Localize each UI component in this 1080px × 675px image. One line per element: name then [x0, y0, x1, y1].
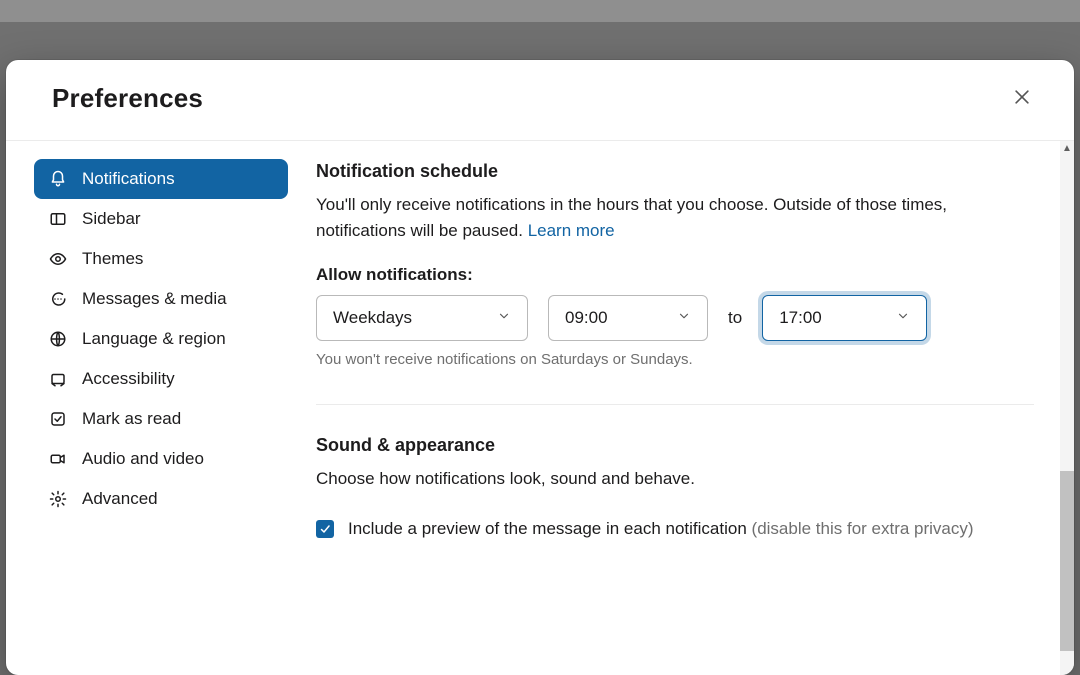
sidebar-item-label: Themes — [82, 249, 143, 269]
sidebar-item-label: Accessibility — [82, 369, 175, 389]
sound-description: Choose how notifications look, sound and… — [316, 466, 1034, 492]
modal-title: Preferences — [52, 83, 203, 114]
end-time-select[interactable]: 17:00 — [762, 295, 927, 341]
schedule-row: Weekdays 09:00 to — [316, 295, 1034, 341]
modal-header: Preferences — [6, 60, 1074, 141]
schedule-description-text: You'll only receive notifications in the… — [316, 195, 947, 240]
sidebar-item-messages-media[interactable]: Messages & media — [34, 279, 288, 319]
sidebar-item-label: Audio and video — [82, 449, 204, 469]
sidebar-item-label: Notifications — [82, 169, 175, 189]
sidebar-item-themes[interactable]: Themes — [34, 239, 288, 279]
scrollbar-up-arrow[interactable]: ▲ — [1060, 141, 1074, 155]
sidebar-item-sidebar[interactable]: Sidebar — [34, 199, 288, 239]
sidebar-item-label: Sidebar — [82, 209, 141, 229]
close-icon — [1012, 87, 1032, 110]
sidebar-item-label: Language & region — [82, 329, 226, 349]
divider — [316, 404, 1034, 405]
overlay: Preferences Notifications — [0, 0, 1080, 675]
bell-icon — [48, 169, 68, 189]
sidebar-item-label: Messages & media — [82, 289, 227, 309]
preview-checkbox-row: Include a preview of the message in each… — [316, 516, 1034, 542]
check-square-icon — [48, 409, 68, 429]
sidebar: Notifications Sidebar Themes — [6, 141, 306, 675]
schedule-description: You'll only receive notifications in the… — [316, 192, 1034, 245]
modal-body: Notifications Sidebar Themes — [6, 141, 1074, 675]
eye-icon — [48, 249, 68, 269]
accessibility-icon — [48, 369, 68, 389]
sidebar-item-mark-as-read[interactable]: Mark as read — [34, 399, 288, 439]
sidebar-item-label: Mark as read — [82, 409, 181, 429]
sidebar-item-advanced[interactable]: Advanced — [34, 479, 288, 519]
gear-icon — [48, 489, 68, 509]
scrollbar-track[interactable]: ▲ — [1060, 141, 1074, 675]
chevron-down-icon — [896, 308, 910, 328]
schedule-title: Notification schedule — [316, 161, 1034, 182]
preview-label-hint: (disable this for extra privacy) — [752, 519, 974, 538]
start-time-value: 09:00 — [565, 308, 608, 328]
allow-notifications-label: Allow notifications: — [316, 265, 1034, 285]
preview-label-text: Include a preview of the message in each… — [348, 519, 752, 538]
preview-checkbox[interactable] — [316, 520, 334, 538]
sidebar-item-audio-video[interactable]: Audio and video — [34, 439, 288, 479]
scrollbar-thumb[interactable] — [1060, 471, 1074, 651]
sidebar-item-notifications[interactable]: Notifications — [34, 159, 288, 199]
chevron-down-icon — [497, 308, 511, 328]
to-label: to — [728, 308, 742, 328]
sidebar-item-accessibility[interactable]: Accessibility — [34, 359, 288, 399]
camera-icon — [48, 449, 68, 469]
sound-title: Sound & appearance — [316, 435, 1034, 456]
content-scroll[interactable]: Notification schedule You'll only receiv… — [306, 141, 1074, 675]
days-select-value: Weekdays — [333, 308, 412, 328]
days-select[interactable]: Weekdays — [316, 295, 528, 341]
panel-icon — [48, 209, 68, 229]
globe-icon — [48, 329, 68, 349]
chevron-down-icon — [677, 308, 691, 328]
sidebar-item-label: Advanced — [82, 489, 158, 509]
learn-more-link[interactable]: Learn more — [528, 221, 615, 240]
sidebar-item-language-region[interactable]: Language & region — [34, 319, 288, 359]
end-time-value: 17:00 — [779, 308, 822, 328]
start-time-select[interactable]: 09:00 — [548, 295, 708, 341]
chat-icon — [48, 289, 68, 309]
content-wrap: Notification schedule You'll only receiv… — [306, 141, 1074, 675]
preferences-modal: Preferences Notifications — [6, 60, 1074, 675]
close-button[interactable] — [1004, 80, 1040, 116]
weekday-note: You won't receive notifications on Satur… — [316, 351, 1034, 368]
preview-label[interactable]: Include a preview of the message in each… — [348, 516, 974, 542]
